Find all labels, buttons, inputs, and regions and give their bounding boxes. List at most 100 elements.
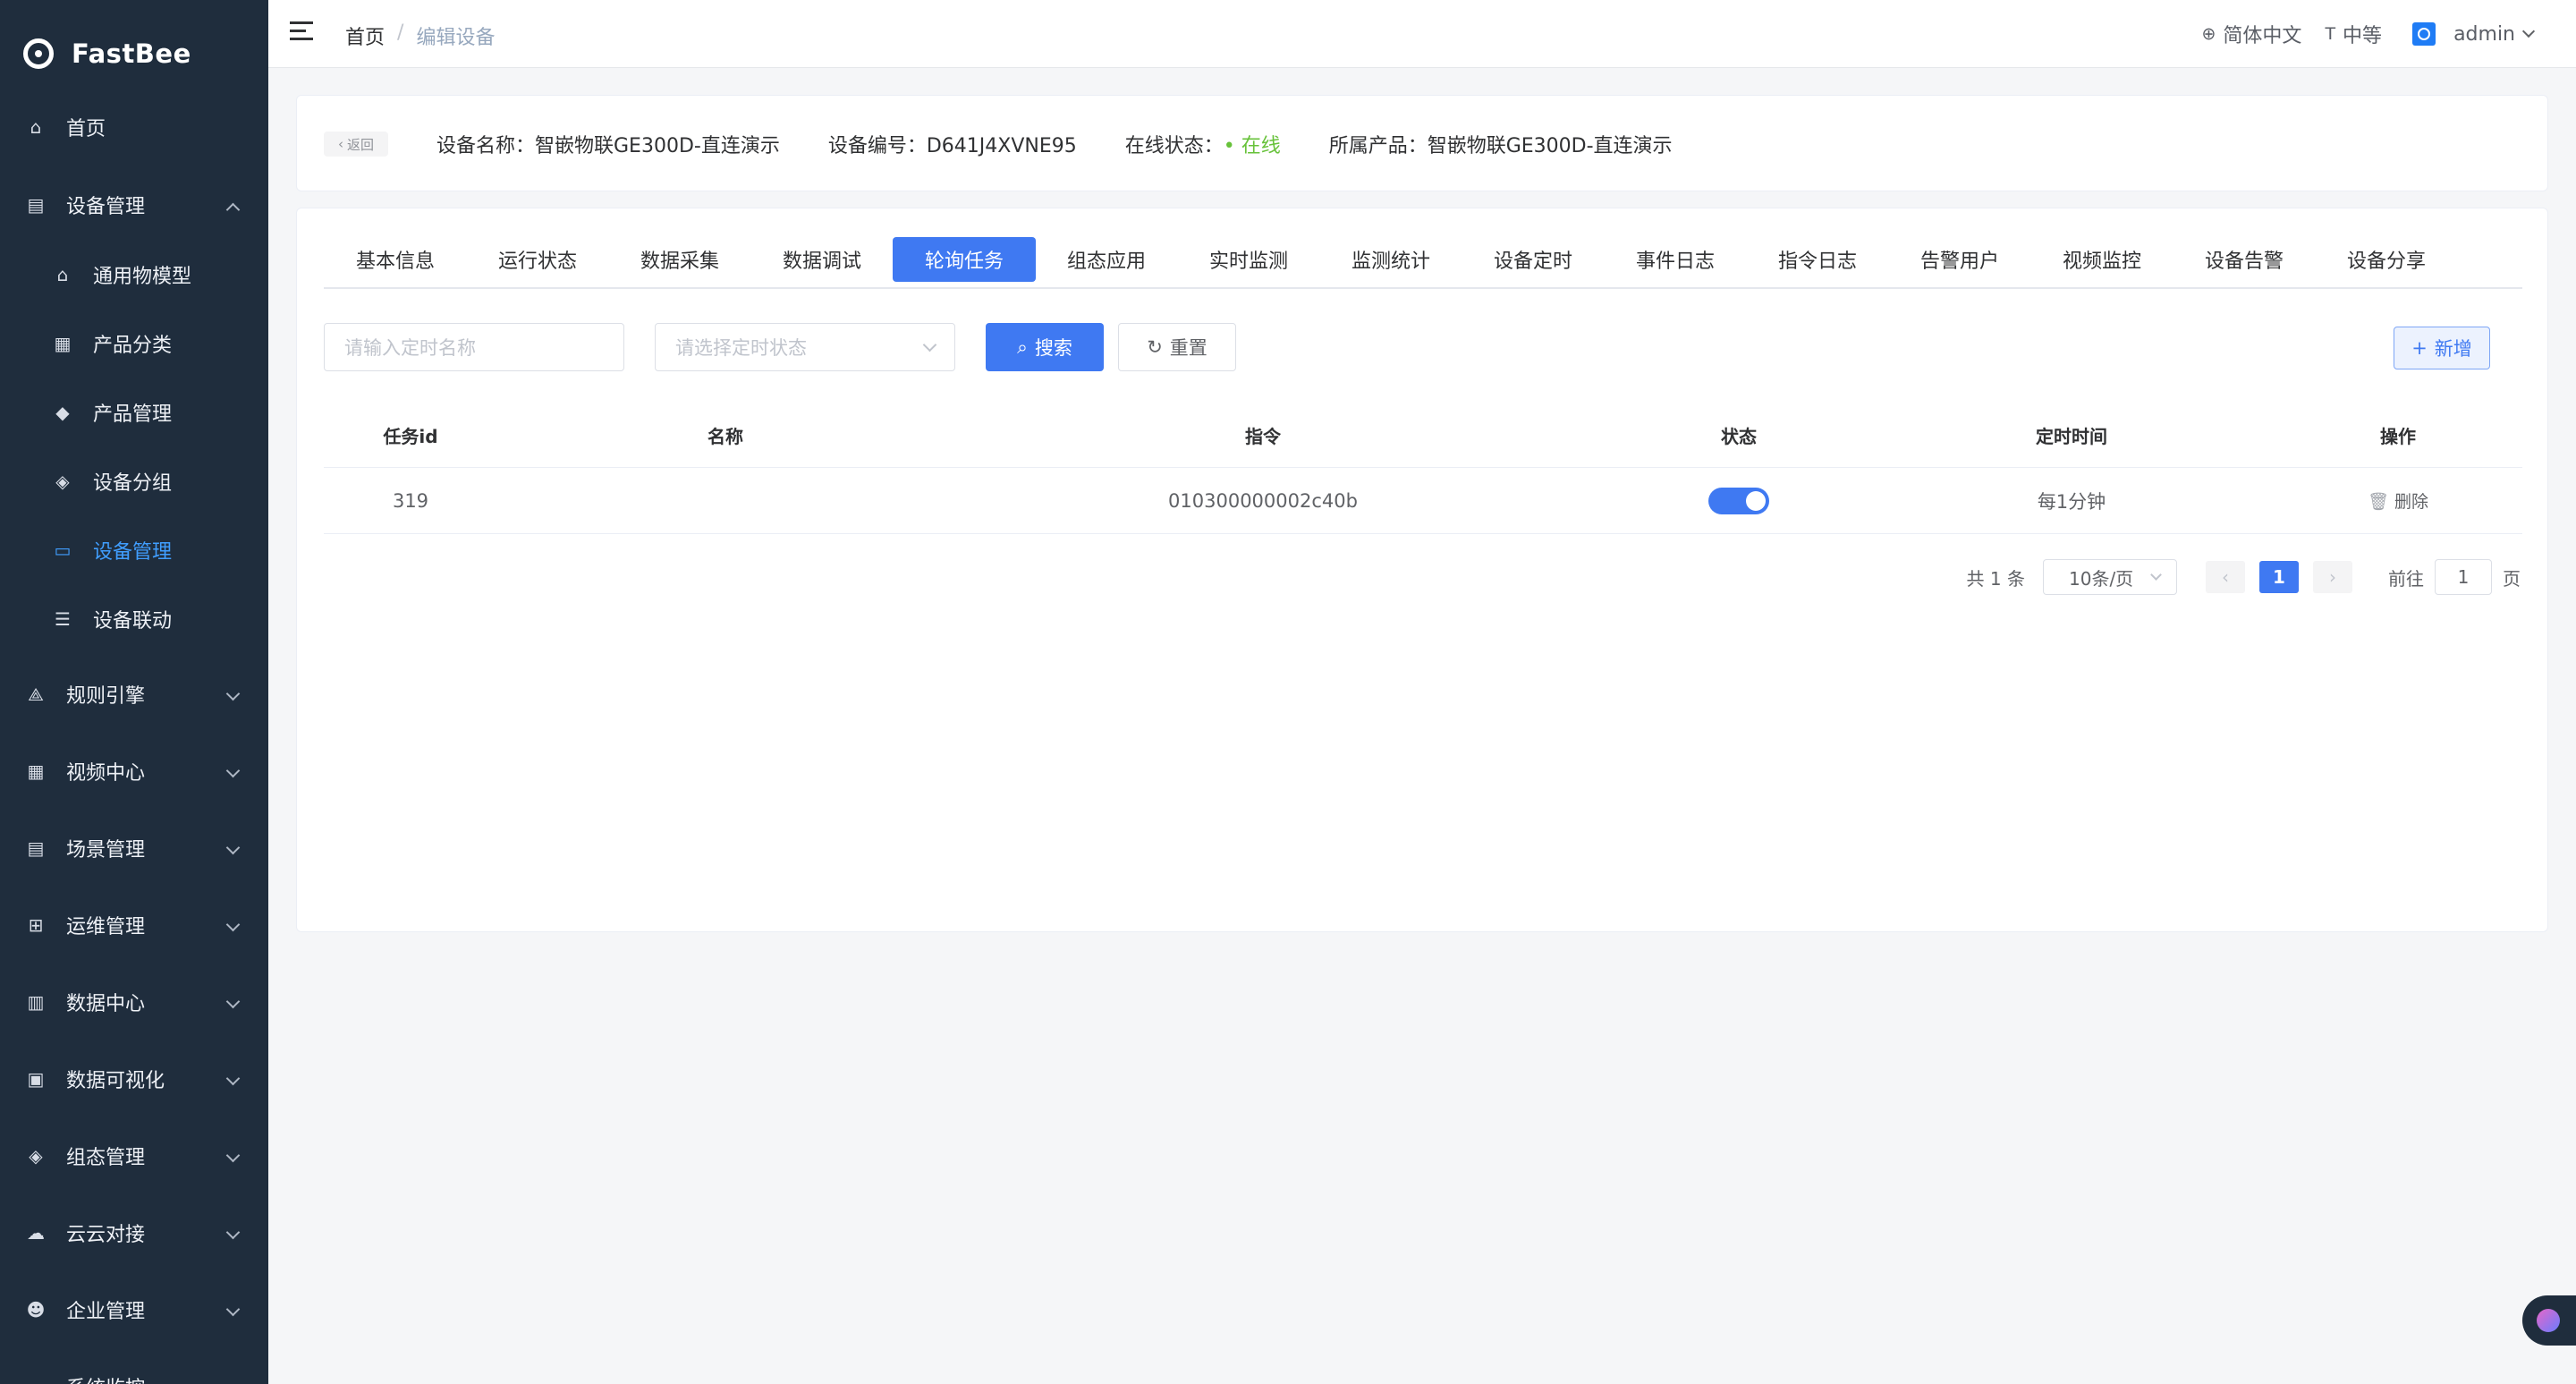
main-card: 基本信息 运行状态 数据采集 数据调试 轮询任务 组态应用 实时监测 监测统计 设备定时 事件日志…	[296, 208, 2548, 932]
sidebar-item[interactable]: ▤ 设备管理	[0, 176, 268, 233]
search-icon: ⌕	[1017, 335, 1028, 358]
sidebar-item[interactable]: ⟁ 规则引擎	[0, 666, 268, 723]
chevron-down-icon	[2150, 569, 2162, 581]
page-suffix: 页	[2503, 567, 2521, 590]
tab[interactable]: 监测统计	[1319, 237, 1462, 282]
font-size-switcher[interactable]: T 中等	[2325, 20, 2382, 48]
sidebar-item-label: 场景管理	[66, 839, 146, 862]
page-size-select[interactable]: 10条/页	[2043, 559, 2177, 595]
sidebar-item[interactable]: ▦ 产品分类	[0, 315, 268, 372]
sidebar-item[interactable]: ◈ 设备分组	[0, 453, 268, 510]
category-icon: ▦	[54, 333, 72, 354]
language-label: 简体中文	[2223, 25, 2302, 47]
tab[interactable]: 数据调试	[750, 237, 894, 282]
reset-button[interactable]: ↻ 重置	[1118, 323, 1236, 371]
next-page-button[interactable]: ›	[2313, 561, 2352, 593]
tab[interactable]: 指令日志	[1746, 237, 1889, 282]
visual-icon: ▣	[27, 1068, 45, 1090]
top-header: 首页 / 编辑设备 ⊕ 简体中文 T 中等 admin	[268, 0, 2576, 68]
rule-icon: ⟁	[28, 684, 44, 705]
tab[interactable]: 运行状态	[466, 237, 609, 282]
tab[interactable]: 数据采集	[608, 237, 751, 282]
sidebar-item[interactable]: ☰ 设备联动	[0, 590, 268, 648]
tab[interactable]: 事件日志	[1604, 237, 1747, 282]
scene-icon: ▤	[27, 837, 45, 859]
task-status-select[interactable]: 请选择定时状态	[655, 323, 955, 371]
chart-icon: ▥	[27, 991, 45, 1013]
page-number-button[interactable]: 1	[2259, 561, 2299, 593]
add-label: 新增	[2434, 338, 2472, 360]
sidebar-item[interactable]: ⊞ 运维管理	[0, 896, 268, 954]
delete-label: 删除	[2394, 492, 2429, 512]
back-button[interactable]: ‹ 返回	[324, 132, 388, 157]
pagination: 共 1 条 10条/页 ‹ 1 › 前往 1 页	[1967, 559, 2521, 595]
column-header: 指令	[1245, 426, 1281, 447]
device-list-icon: ▤	[27, 194, 45, 216]
sidebar-item-label: 设备管理	[93, 541, 173, 564]
tab[interactable]: 组态应用	[1035, 237, 1178, 282]
refresh-icon: ↻	[1147, 336, 1163, 358]
breadcrumb-separator: /	[397, 21, 404, 44]
device-product: 所属产品：智嵌物联GE300D-直连演示	[1328, 135, 1673, 157]
tab[interactable]: 设备分享	[2315, 237, 2458, 282]
add-button[interactable]: + 新增	[2394, 327, 2490, 369]
device-tabs: 基本信息 运行状态 数据采集 数据调试 轮询任务 组态应用 实时监测 监测统计 设备定时 事件日志…	[324, 237, 2522, 289]
sidebar-item[interactable]: ▥ 数据中心	[0, 973, 268, 1031]
sidebar-item[interactable]: ▤ 场景管理	[0, 819, 268, 877]
sidebar-item[interactable]: ⌂ 首页	[0, 98, 268, 156]
page-size-label: 10条/页	[2069, 567, 2134, 590]
assistant-bubble[interactable]	[2522, 1295, 2576, 1346]
sidebar-item[interactable]: ☁ 云云对接	[0, 1204, 268, 1261]
tab[interactable]: 设备告警	[2173, 237, 2316, 282]
fastbee-logo-icon	[23, 38, 54, 69]
tab[interactable]: 实时监测	[1177, 237, 1320, 282]
sidebar-item[interactable]: ▭ 系统监控	[0, 1358, 268, 1384]
chevron-down-icon	[225, 1071, 241, 1086]
model-icon: ⌂	[56, 264, 69, 285]
goto-label: 前往	[2388, 567, 2424, 590]
ai-assistant-icon	[2537, 1309, 2560, 1332]
cloud-icon: ☁	[27, 1222, 45, 1244]
sidebar-item[interactable]: ☻ 企业管理	[0, 1281, 268, 1338]
goto-page-input[interactable]: 1	[2435, 559, 2492, 595]
online-status-dot: •	[1223, 135, 1241, 157]
tab[interactable]: 告警用户	[1888, 237, 2031, 282]
layers-icon: ◈	[55, 471, 70, 492]
sidebar: FastBee ⌂ 首页 ▤ 设备管理 ⌂ 通用物模型 ▦ 产品分类 ◆ 产品管理 ◈ 设备分组 ▭ 设备…	[0, 0, 268, 1384]
sidebar-item[interactable]: ⌂ 通用物模型	[0, 246, 268, 303]
tab[interactable]: 设备定时	[1462, 237, 1605, 282]
tab[interactable]: 视频监控	[2030, 237, 2174, 282]
video-icon: ▦	[27, 760, 45, 782]
tab[interactable]: 轮询任务	[893, 237, 1037, 282]
sidebar-item-label: 设备联动	[93, 610, 173, 633]
delete-button[interactable]: 🗑 删除	[2368, 488, 2428, 513]
sidebar-item[interactable]: ◈ 组态管理	[0, 1127, 268, 1184]
search-button[interactable]: ⌕ 搜索	[986, 323, 1104, 371]
globe-icon: ⊕	[2201, 24, 2216, 44]
prev-page-button[interactable]: ‹	[2206, 561, 2245, 593]
sidebar-item[interactable]: ▣ 数据可视化	[0, 1050, 268, 1108]
menu-toggle-icon[interactable]	[290, 21, 313, 41]
tab[interactable]: 基本信息	[324, 237, 467, 282]
sidebar-item[interactable]: ▭ 设备管理	[0, 522, 268, 579]
language-switcher[interactable]: ⊕ 简体中文	[2202, 20, 2302, 48]
online-status: 在线状态：• 在线	[1125, 130, 1281, 158]
chevron-down-icon	[225, 840, 241, 855]
task-status-toggle[interactable]	[1708, 487, 1769, 514]
chevron-down-icon	[225, 1148, 241, 1163]
sidebar-item-label: 数据可视化	[66, 1070, 165, 1092]
task-name-placeholder: 请输入定时名称	[344, 337, 476, 359]
chevron-down-icon	[922, 337, 937, 352]
chevron-down-icon	[225, 1302, 241, 1317]
chevron-down-icon	[225, 763, 241, 778]
chevron-down-icon	[225, 917, 241, 932]
plus-icon: +	[2411, 337, 2428, 359]
sidebar-item[interactable]: ◆ 产品管理	[0, 384, 268, 441]
sidebar-item[interactable]: ▦ 视频中心	[0, 743, 268, 800]
breadcrumb-home[interactable]: 首页	[345, 21, 385, 50]
column-header: 定时时间	[2036, 426, 2107, 447]
column-header: 操作	[2380, 426, 2416, 447]
task-name-input[interactable]: 请输入定时名称	[324, 323, 624, 371]
user-menu[interactable]: admin	[2412, 22, 2536, 46]
logo[interactable]: FastBee	[0, 0, 268, 107]
